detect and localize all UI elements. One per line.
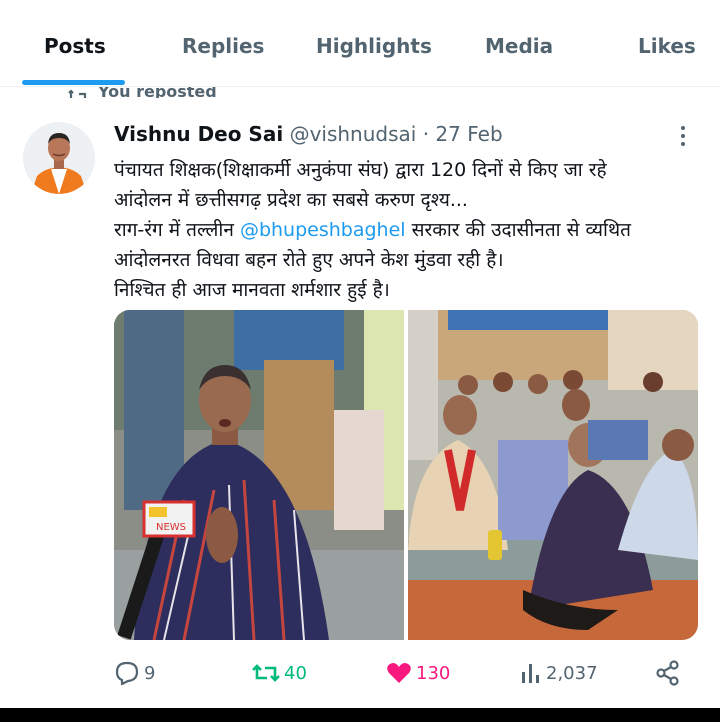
tab-posts[interactable]: Posts (44, 34, 106, 58)
author-handle[interactable]: @vishnudsai (290, 122, 417, 146)
views-button[interactable]: 2,037 (520, 655, 598, 691)
reply-count: 9 (144, 662, 156, 684)
mention-link[interactable]: @bhupeshbaghel (240, 219, 406, 241)
share-button[interactable] (655, 655, 685, 691)
active-tab-indicator (22, 80, 125, 85)
tweet-text-line: राग-रंग में तल्लीन @bhupeshbaghel सरकार … (114, 215, 694, 245)
like-count: 130 (416, 662, 451, 684)
view-count: 2,037 (546, 662, 598, 684)
views-icon (522, 664, 539, 683)
author-name[interactable]: Vishnu Deo Sai (114, 122, 283, 146)
more-options-icon[interactable] (679, 124, 687, 150)
tweet-text: पंचायत शिक्षक(शिक्षाकर्मी अनुकंपा संघ) द… (114, 155, 694, 305)
tweet-text-line: आंदोलन में छत्तीसगढ़ प्रदेश का सबसे करुण… (114, 189, 468, 211)
tweet-text-line: निश्चित ही आज मानवता शर्मशार हुई है। (114, 279, 390, 301)
tweet-text-line: आंदोलनरत विधवा बहन रोते हुए अपने केश मुं… (114, 249, 504, 271)
reply-icon (115, 661, 139, 685)
repost-count: 40 (284, 662, 307, 684)
system-bottom-bar (0, 708, 720, 722)
tweet-text-line: पंचायत शिक्षक(शिक्षाकर्मी अनुकंपा संघ) द… (114, 159, 607, 181)
tab-replies[interactable]: Replies (182, 34, 264, 58)
repost-icon (68, 89, 88, 98)
tweet-media: NEWS (114, 310, 698, 640)
tweet-header: Vishnu Deo Sai @vishnudsai · 27 Feb (114, 122, 503, 146)
reply-button[interactable]: 9 (114, 655, 155, 691)
profile-tabs: Posts Replies Highlights Media Likes (0, 0, 720, 84)
tweet-text-part: सरकार की उदासीनता से व्यथित (405, 219, 631, 241)
tweet-text-part: राग-रंग में तल्लीन (114, 219, 240, 241)
tweet-photo-1[interactable]: NEWS (114, 310, 404, 640)
tab-highlights[interactable]: Highlights (316, 34, 432, 58)
mic-brand-text: NEWS (156, 522, 186, 533)
tab-media[interactable]: Media (485, 34, 553, 58)
tab-likes[interactable]: Likes (638, 34, 696, 58)
repost-icon (252, 664, 280, 682)
tweet-date[interactable]: 27 Feb (435, 122, 502, 146)
like-button[interactable]: 130 (386, 655, 450, 691)
tweet-actions: 9 40 130 2,037 (0, 655, 720, 691)
heart-icon (387, 663, 411, 683)
tweet-photo-2[interactable] (408, 310, 698, 640)
avatar[interactable] (23, 122, 95, 194)
separator-dot: · (422, 122, 430, 146)
tabs-divider (0, 86, 720, 87)
repost-button[interactable]: 40 (252, 655, 307, 691)
share-icon (656, 660, 679, 686)
